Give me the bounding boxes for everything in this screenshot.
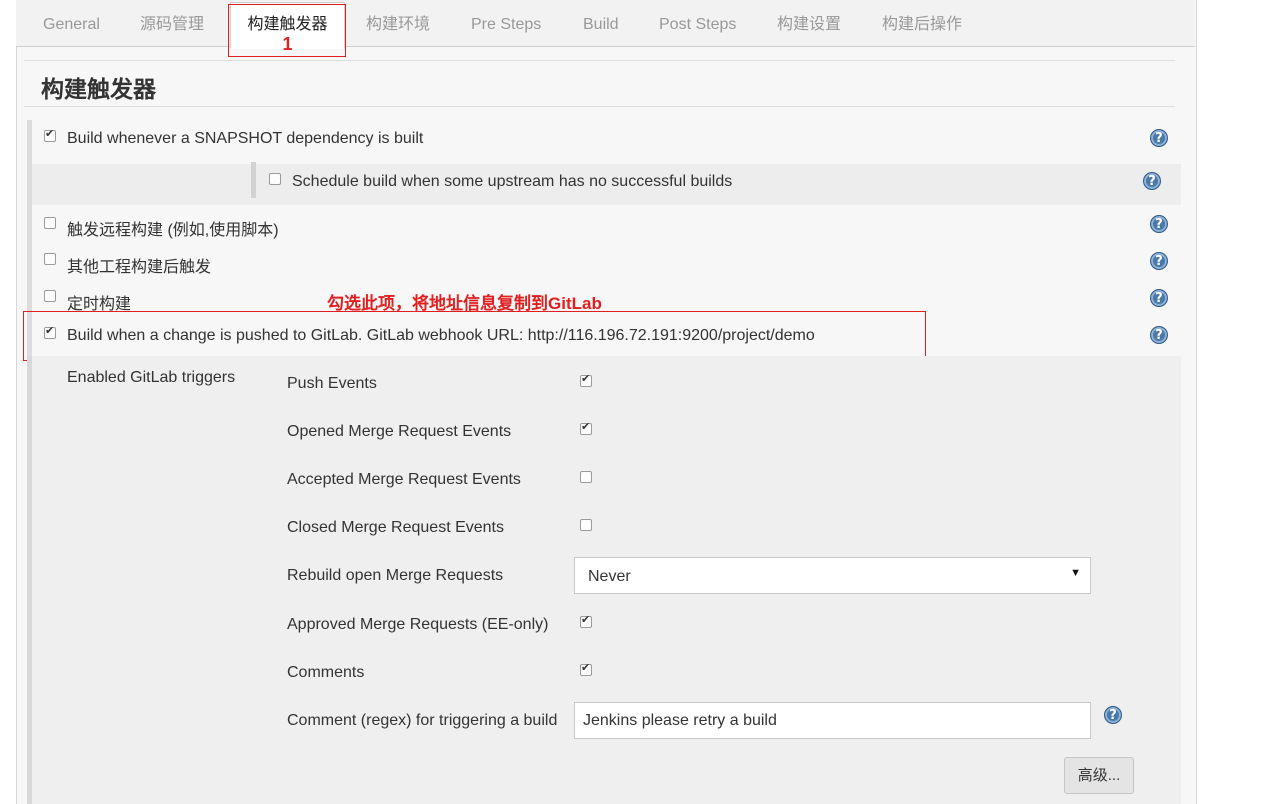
opened-mr-label: Opened Merge Request Events: [287, 423, 512, 440]
tab-build-settings[interactable]: 构建设置: [777, 0, 841, 46]
remote-trigger-label: 触发远程构建 (例如,使用脚本): [67, 222, 279, 239]
tab-build-triggers[interactable]: 构建触发器 1: [230, 2, 345, 53]
tab-build[interactable]: Build: [583, 0, 619, 46]
comments-label: Comments: [287, 664, 365, 681]
help-icon[interactable]: ?: [1104, 706, 1122, 724]
help-icon[interactable]: ?: [1150, 289, 1168, 307]
remote-trigger-checkbox[interactable]: [44, 217, 56, 229]
tab-build-triggers-label: 构建触发器: [247, 16, 328, 33]
tab-post-steps[interactable]: Post Steps: [659, 0, 736, 46]
help-icon[interactable]: ?: [1150, 215, 1168, 233]
help-icon[interactable]: ?: [1150, 129, 1168, 147]
rebuild-mr-value: Never: [588, 568, 631, 585]
gitlab-trigger-checkbox[interactable]: [44, 324, 56, 339]
timed-build-label: 定时构建: [67, 296, 132, 313]
comment-regex-label: Comment (regex) for triggering a build: [287, 712, 558, 729]
after-other-label: 其他工程构建后触发: [67, 259, 212, 276]
after-other-checkbox[interactable]: [44, 253, 56, 265]
enabled-gitlab-triggers-label: Enabled GitLab triggers: [67, 369, 236, 386]
help-icon[interactable]: ?: [1150, 252, 1168, 270]
tab-build-environment[interactable]: 构建环境: [366, 0, 430, 46]
push-events-label: Push Events: [287, 375, 377, 392]
comments-checkbox[interactable]: [580, 661, 592, 676]
opened-mr-checkbox[interactable]: [580, 420, 592, 435]
tab-post-build-actions[interactable]: 构建后操作: [882, 0, 962, 46]
annotation-instruction: 勾选此项，将地址信息复制到GitLab: [327, 294, 602, 313]
snapshot-checkbox[interactable]: [44, 127, 56, 142]
push-events-checkbox[interactable]: [580, 372, 592, 387]
rebuild-mr-label: Rebuild open Merge Requests: [287, 567, 504, 584]
snapshot-label: Build whenever a SNAPSHOT dependency is …: [67, 130, 424, 147]
tab-source-control[interactable]: 源码管理: [140, 0, 204, 46]
chevron-down-icon: ▼: [1070, 567, 1081, 579]
approved-mr-checkbox[interactable]: [580, 613, 592, 628]
section-divider: [24, 106, 1175, 107]
accepted-mr-checkbox[interactable]: [580, 471, 592, 483]
closed-mr-label: Closed Merge Request Events: [287, 519, 504, 536]
gitlab-stripe: [27, 356, 32, 804]
section-title: 构建触发器: [41, 76, 156, 102]
section-divider-top: [24, 60, 1175, 61]
tab-pre-steps[interactable]: Pre Steps: [471, 0, 541, 46]
approved-mr-label: Approved Merge Requests (EE-only): [287, 616, 549, 633]
help-icon[interactable]: ?: [1150, 326, 1168, 344]
schedule-upstream-label: Schedule build when some upstream has no…: [292, 173, 733, 190]
schedule-upstream-checkbox[interactable]: [269, 173, 281, 185]
comment-regex-input[interactable]: [574, 702, 1091, 739]
help-icon[interactable]: ?: [1143, 172, 1161, 190]
timed-build-checkbox[interactable]: [44, 290, 56, 302]
tab-general[interactable]: General: [43, 0, 100, 46]
annotation-number: 1: [282, 34, 293, 54]
closed-mr-checkbox[interactable]: [580, 519, 592, 531]
advanced-button[interactable]: 高级...: [1064, 757, 1134, 794]
sub-stripe: [251, 162, 256, 198]
gitlab-trigger-label: Build when a change is pushed to GitLab.…: [67, 327, 815, 344]
rebuild-mr-select[interactable]: Never ▼: [574, 557, 1091, 594]
accepted-mr-label: Accepted Merge Request Events: [287, 471, 521, 488]
